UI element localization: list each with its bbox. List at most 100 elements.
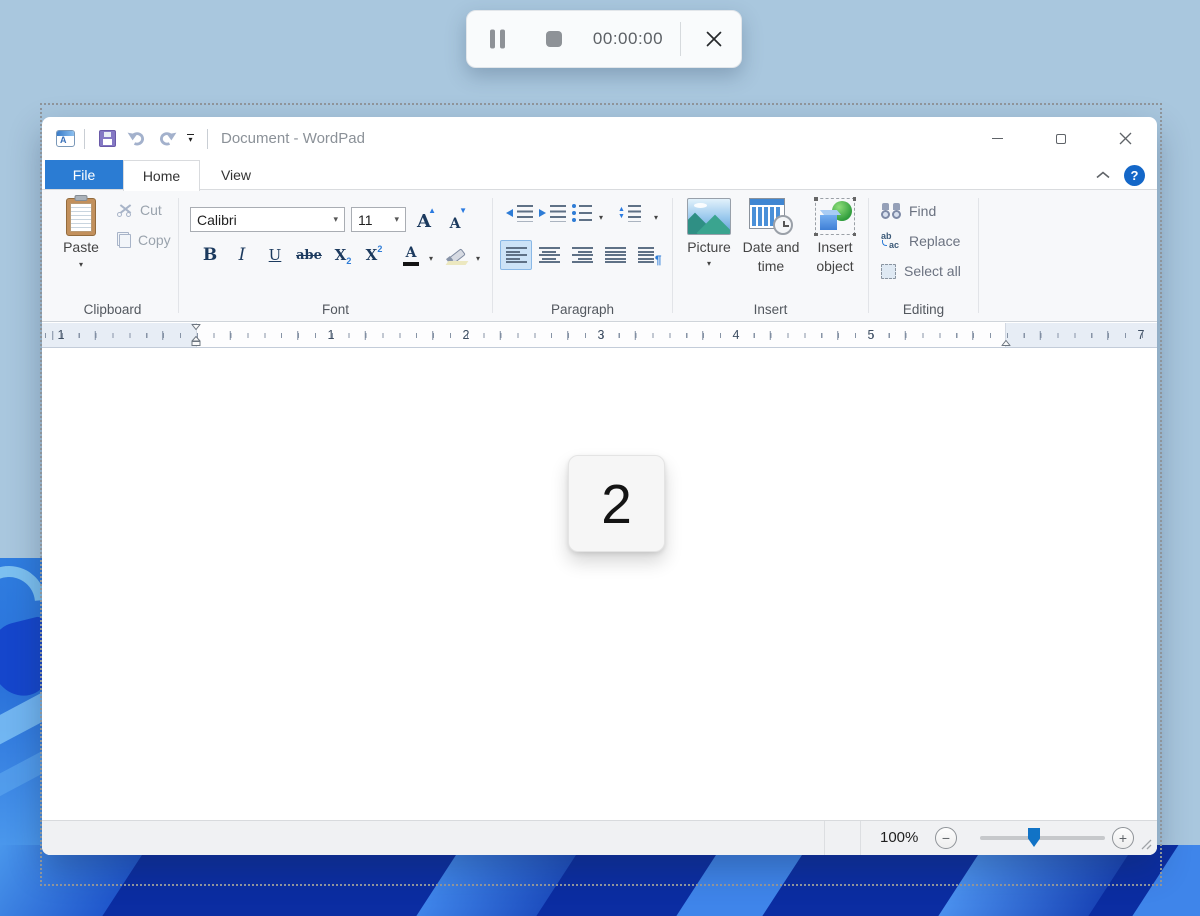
font-color-caret: ▾ bbox=[429, 255, 433, 263]
font-color-swatch bbox=[403, 262, 419, 266]
wallpaper-bottom-band bbox=[0, 845, 1200, 916]
close-button[interactable] bbox=[1093, 117, 1157, 160]
line-spacing-caret: ▾ bbox=[654, 214, 658, 222]
increase-indent-icon bbox=[538, 205, 566, 222]
subscript-button[interactable]: X2 bbox=[326, 240, 360, 270]
increase-indent-button[interactable] bbox=[538, 204, 566, 222]
tab-home[interactable]: Home bbox=[123, 160, 200, 191]
window-title: Document - WordPad bbox=[221, 130, 365, 147]
bullet-list-button[interactable] bbox=[572, 204, 592, 222]
ruler-number: 4 bbox=[733, 323, 740, 347]
font-family-combo[interactable]: Calibri▾ bbox=[190, 207, 345, 232]
cut-button[interactable]: Cut bbox=[117, 197, 177, 223]
zoom-slider-track[interactable] bbox=[980, 836, 1105, 840]
copy-button[interactable]: Copy bbox=[117, 227, 177, 253]
ribbon: Paste ▾ Cut Copy Clipboard Calibri▾ 11▾ … bbox=[42, 190, 1157, 322]
dropdown-caret: ▾ bbox=[394, 214, 399, 225]
collapse-ribbon-button[interactable] bbox=[1096, 171, 1110, 179]
key-press-overlay: 2 bbox=[568, 455, 665, 552]
replace-button[interactable]: ab ac Replace bbox=[881, 230, 960, 252]
justify-button[interactable] bbox=[599, 240, 631, 270]
find-binoculars-icon bbox=[881, 203, 901, 219]
line-spacing-icon: ▲▼ bbox=[618, 205, 641, 222]
paste-clipboard-icon bbox=[66, 198, 96, 236]
date-and-time-button[interactable]: Date and time bbox=[740, 198, 802, 276]
ruler-number: 2 bbox=[463, 323, 470, 347]
select-all-icon bbox=[881, 264, 896, 279]
redo-icon bbox=[157, 131, 178, 147]
first-line-indent-marker[interactable] bbox=[192, 324, 201, 330]
decrease-indent-button[interactable] bbox=[505, 204, 533, 222]
font-size-combo[interactable]: 11▾ bbox=[351, 207, 406, 232]
line-spacing-button[interactable]: ▲▼ bbox=[618, 204, 641, 222]
paste-dropdown-caret: ▾ bbox=[79, 261, 83, 269]
bullet-list-icon bbox=[572, 204, 592, 222]
clipboard-group: Paste ▾ Cut Copy Clipboard bbox=[47, 190, 178, 321]
underline-button[interactable]: U bbox=[260, 240, 290, 270]
minimize-button[interactable] bbox=[965, 117, 1029, 160]
quick-access-dropdown-button[interactable]: ▾ bbox=[187, 134, 194, 143]
zoom-in-button[interactable]: + bbox=[1112, 827, 1134, 849]
zoom-level: 100% bbox=[880, 821, 918, 855]
save-button[interactable] bbox=[99, 130, 116, 147]
group-label-font: Font bbox=[179, 302, 492, 317]
group-label-editing: Editing bbox=[869, 302, 978, 317]
title-bar: A ▾ Document - WordPad bbox=[42, 117, 1157, 160]
align-center-button[interactable] bbox=[533, 240, 565, 270]
maximize-icon bbox=[1056, 134, 1066, 144]
replace-icon: ab ac bbox=[881, 232, 901, 250]
italic-button[interactable]: I bbox=[227, 240, 257, 270]
insert-group: Picture ▾ Date and time Insert object In… bbox=[673, 190, 868, 321]
font-color-button[interactable]: A bbox=[397, 240, 425, 270]
paragraph-group: ▾ ▲▼ ▾ ¶ bbox=[493, 190, 672, 321]
ruler-number: 3 bbox=[598, 323, 605, 347]
wordpad-app-icon[interactable]: A bbox=[56, 130, 75, 147]
picture-dropdown-caret: ▾ bbox=[707, 260, 711, 268]
redo-button[interactable] bbox=[157, 131, 178, 147]
document-area[interactable]: 2 bbox=[42, 348, 1157, 820]
resize-grip[interactable] bbox=[1141, 839, 1152, 850]
tab-view[interactable]: View bbox=[200, 160, 272, 189]
right-indent-marker[interactable] bbox=[1002, 340, 1011, 346]
ruler: 1 1 2 3 4 5 7 bbox=[42, 323, 1157, 348]
insert-object-button[interactable]: Insert object bbox=[807, 198, 863, 276]
undo-button[interactable] bbox=[126, 131, 147, 147]
insert-picture-button[interactable]: Picture ▾ bbox=[683, 198, 735, 268]
align-left-button[interactable] bbox=[500, 240, 532, 270]
zoom-out-button[interactable]: − bbox=[935, 827, 957, 849]
justify-icon bbox=[605, 247, 626, 263]
wallpaper-left-petals bbox=[0, 558, 44, 845]
date-time-icon bbox=[749, 198, 793, 235]
maximize-button[interactable] bbox=[1029, 117, 1093, 160]
zoom-slider-handle[interactable] bbox=[1028, 828, 1040, 847]
paragraph-settings-button[interactable]: ¶ bbox=[632, 240, 664, 270]
highlight-color-button[interactable] bbox=[441, 240, 473, 270]
strikethrough-button[interactable]: abe bbox=[292, 240, 326, 270]
select-all-button[interactable]: Select all bbox=[881, 260, 961, 282]
recording-toolbar: 00:00:00 bbox=[466, 10, 742, 68]
close-icon bbox=[1119, 132, 1132, 145]
recording-timer: 00:00:00 bbox=[585, 29, 671, 49]
find-button[interactable]: Find bbox=[881, 200, 936, 222]
close-recorder-button[interactable] bbox=[699, 30, 729, 48]
ribbon-tab-row: File Home View ? bbox=[42, 160, 1157, 190]
pause-recording-button[interactable] bbox=[490, 30, 505, 49]
copy-pages-icon bbox=[117, 232, 131, 248]
bold-button[interactable]: B bbox=[195, 240, 225, 270]
group-label-insert: Insert bbox=[673, 302, 868, 317]
ruler-number: 1 bbox=[58, 323, 65, 347]
tab-file[interactable]: File bbox=[45, 160, 123, 189]
grow-font-button[interactable]: A ▲ bbox=[410, 205, 438, 233]
help-button[interactable]: ? bbox=[1124, 165, 1145, 186]
key-press-character: 2 bbox=[601, 472, 632, 536]
highlight-color-caret: ▾ bbox=[476, 255, 480, 263]
superscript-button[interactable]: X2 bbox=[357, 240, 391, 270]
paste-button[interactable]: Paste ▾ bbox=[57, 198, 105, 269]
titlebar-divider bbox=[84, 129, 85, 149]
stop-recording-button[interactable] bbox=[546, 31, 562, 47]
minimize-icon bbox=[992, 138, 1003, 140]
align-left-icon bbox=[506, 247, 527, 263]
hanging-indent-marker[interactable] bbox=[192, 336, 201, 346]
align-right-button[interactable] bbox=[566, 240, 598, 270]
shrink-font-button[interactable]: A ▼ bbox=[441, 205, 469, 233]
